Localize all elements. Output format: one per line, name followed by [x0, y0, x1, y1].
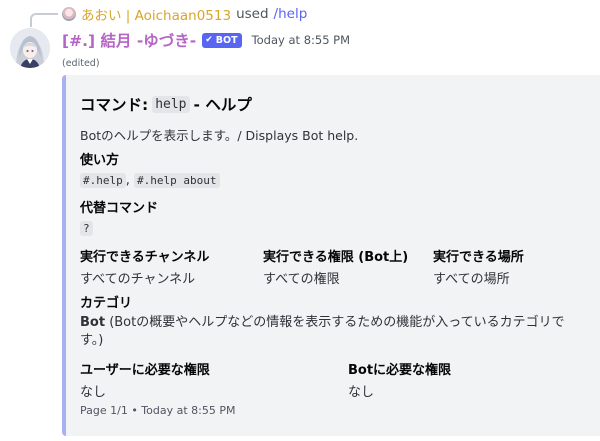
field-place-name: 実行できる場所 [433, 250, 524, 265]
field-usage-name: 使い方 [80, 153, 120, 168]
embed: コマンド: help - ヘルプ Botのヘルプを表示します。/ Display… [62, 75, 600, 436]
message-header: [#.] 結月 -ゆづき- ✔ BOT Today at 8:55 PM [62, 29, 350, 51]
reply-reference[interactable]: あおい | Aoichaan0513 used /help [62, 4, 307, 24]
field-alias: 代替コマンド ? [80, 197, 158, 236]
bot-badge-label: BOT [215, 34, 238, 46]
embed-title: コマンド: help - ヘルプ [80, 93, 586, 115]
field-user-permission-value: なし [80, 385, 107, 400]
usage-separator: , [125, 173, 130, 188]
avatar[interactable] [10, 28, 50, 68]
field-place-value: すべての場所 [433, 272, 510, 287]
field-permission-value: すべての権限 [263, 272, 340, 287]
embed-title-prefix: コマンド: [80, 96, 149, 114]
field-user-permission-name: ユーザーに必要な権限 [80, 363, 210, 378]
field-usage: 使い方 #.help, #.help about [80, 149, 220, 188]
reply-username[interactable]: あおい | Aoichaan0513 [81, 4, 231, 24]
field-category-name: カテゴリ [80, 296, 133, 311]
field-permission: 実行できる権限 (Bot上) すべての権限 [263, 246, 408, 287]
reply-command[interactable]: /help [274, 6, 308, 22]
edited-label: (edited) [62, 58, 100, 69]
field-bot-permission: Botに必要な権限 なし [348, 359, 451, 400]
category-text: (Botの概要やヘルプなどの情報を表示するための機能が入っているカテゴリです。) [80, 315, 565, 348]
reply-connector [30, 13, 58, 27]
embed-title-suffix: - ヘルプ [193, 96, 252, 114]
field-channel: 実行できるチャンネル すべてのチャンネル [80, 246, 209, 287]
field-bot-permission-value: なし [348, 385, 375, 400]
field-usage-value: #.help, #.help about [80, 173, 220, 188]
category-bold: Bot [80, 315, 106, 330]
embed-footer: Page 1/1 • Today at 8:55 PM [80, 404, 236, 417]
field-place: 実行できる場所 すべての場所 [433, 246, 524, 287]
usage-code-2: #.help about [134, 173, 220, 188]
message-timestamp[interactable]: Today at 8:55 PM [252, 33, 350, 47]
avatar-image [10, 28, 50, 68]
field-bot-permission-name: Botに必要な権限 [348, 363, 452, 378]
usage-code-1: #.help [80, 173, 126, 188]
field-channel-name: 実行できるチャンネル [80, 250, 210, 265]
author-name[interactable]: [#.] 結月 -ゆづき- [62, 29, 196, 51]
reply-used-text: used [236, 6, 269, 22]
reply-avatar[interactable] [62, 7, 76, 21]
field-alias-value: ? [80, 221, 158, 236]
field-user-permission: ユーザーに必要な権限 なし [80, 359, 210, 400]
field-permission-name: 実行できる権限 (Bot上) [263, 250, 409, 265]
embed-title-command: help [152, 95, 190, 113]
alias-code: ? [80, 221, 93, 236]
field-alias-name: 代替コマンド [80, 201, 159, 216]
field-category: カテゴリ Bot (Botの概要やヘルプなどの情報を表示するための機能が入ってい… [80, 292, 580, 350]
bot-badge: ✔ BOT [202, 32, 242, 48]
embed-description: Botのヘルプを表示します。/ Displays Bot help. [80, 128, 359, 143]
field-channel-value: すべてのチャンネル [80, 272, 196, 287]
verified-check-icon: ✔ [205, 35, 213, 45]
field-category-value: Bot (Botの概要やヘルプなどの情報を表示するための機能が入っているカテゴリ… [80, 314, 580, 350]
